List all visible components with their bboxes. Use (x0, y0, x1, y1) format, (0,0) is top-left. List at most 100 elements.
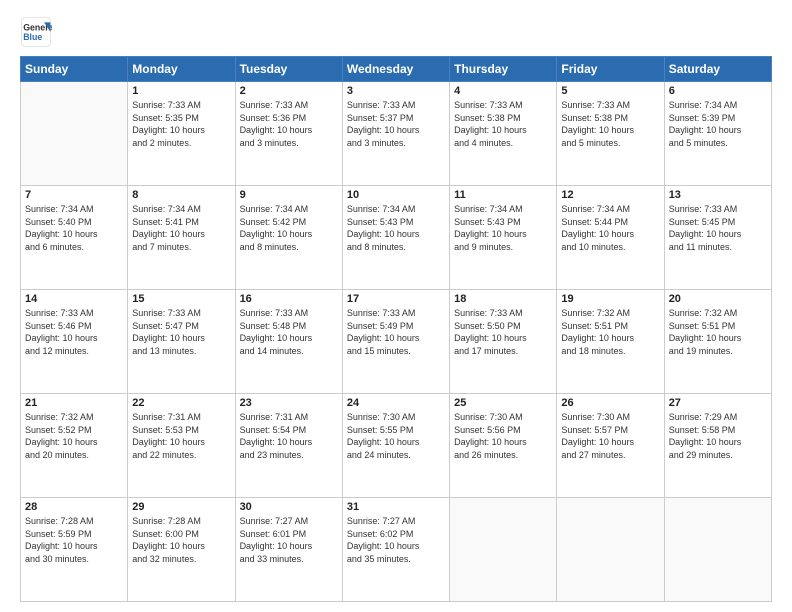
calendar-cell: 24 Sunrise: 7:30 AM Sunset: 5:55 PM Dayli… (342, 394, 449, 498)
day-number: 16 (240, 293, 338, 305)
day-number: 5 (561, 85, 659, 97)
day-info: Sunrise: 7:32 AM Sunset: 5:51 PM Dayligh… (561, 307, 659, 357)
day-info: Sunrise: 7:33 AM Sunset: 5:47 PM Dayligh… (132, 307, 230, 357)
header: General Blue (20, 16, 772, 48)
day-number: 15 (132, 293, 230, 305)
day-info: Sunrise: 7:31 AM Sunset: 5:53 PM Dayligh… (132, 411, 230, 461)
day-number: 21 (25, 397, 123, 409)
calendar-cell: 3 Sunrise: 7:33 AM Sunset: 5:37 PM Daylig… (342, 82, 449, 186)
calendar-cell: 18 Sunrise: 7:33 AM Sunset: 5:50 PM Dayli… (450, 290, 557, 394)
calendar-cell: 16 Sunrise: 7:33 AM Sunset: 5:48 PM Dayli… (235, 290, 342, 394)
calendar-cell: 2 Sunrise: 7:33 AM Sunset: 5:36 PM Daylig… (235, 82, 342, 186)
day-number: 10 (347, 189, 445, 201)
calendar-header-row: SundayMondayTuesdayWednesdayThursdayFrid… (21, 57, 772, 82)
calendar-cell: 17 Sunrise: 7:33 AM Sunset: 5:49 PM Dayli… (342, 290, 449, 394)
day-info: Sunrise: 7:28 AM Sunset: 6:00 PM Dayligh… (132, 515, 230, 565)
calendar-cell (21, 82, 128, 186)
calendar-cell: 25 Sunrise: 7:30 AM Sunset: 5:56 PM Dayli… (450, 394, 557, 498)
page: General Blue SundayMondayTuesdayWednesda… (0, 0, 792, 612)
calendar-cell (557, 498, 664, 602)
day-number: 14 (25, 293, 123, 305)
day-info: Sunrise: 7:33 AM Sunset: 5:49 PM Dayligh… (347, 307, 445, 357)
day-number: 22 (132, 397, 230, 409)
day-info: Sunrise: 7:32 AM Sunset: 5:51 PM Dayligh… (669, 307, 767, 357)
day-info: Sunrise: 7:33 AM Sunset: 5:37 PM Dayligh… (347, 99, 445, 149)
day-info: Sunrise: 7:30 AM Sunset: 5:55 PM Dayligh… (347, 411, 445, 461)
day-number: 24 (347, 397, 445, 409)
day-info: Sunrise: 7:28 AM Sunset: 5:59 PM Dayligh… (25, 515, 123, 565)
calendar-cell: 8 Sunrise: 7:34 AM Sunset: 5:41 PM Daylig… (128, 186, 235, 290)
calendar-cell: 27 Sunrise: 7:29 AM Sunset: 5:58 PM Dayli… (664, 394, 771, 498)
svg-text:Blue: Blue (23, 32, 42, 42)
day-info: Sunrise: 7:34 AM Sunset: 5:39 PM Dayligh… (669, 99, 767, 149)
day-info: Sunrise: 7:29 AM Sunset: 5:58 PM Dayligh… (669, 411, 767, 461)
calendar-cell: 19Sunrise: 7:32 AM Sunset: 5:51 PM Dayli… (557, 290, 664, 394)
calendar-cell: 14 Sunrise: 7:33 AM Sunset: 5:46 PM Dayli… (21, 290, 128, 394)
calendar-body: 1 Sunrise: 7:33 AM Sunset: 5:35 PM Daylig… (21, 82, 772, 602)
day-info: Sunrise: 7:34 AM Sunset: 5:43 PM Dayligh… (454, 203, 552, 253)
day-info: Sunrise: 7:33 AM Sunset: 5:36 PM Dayligh… (240, 99, 338, 149)
day-number: 20 (669, 293, 767, 305)
calendar-cell: 13 Sunrise: 7:33 AM Sunset: 5:45 PM Dayli… (664, 186, 771, 290)
day-number: 1 (132, 85, 230, 97)
calendar-cell: 22 Sunrise: 7:31 AM Sunset: 5:53 PM Dayli… (128, 394, 235, 498)
header-cell-thursday: Thursday (450, 57, 557, 82)
day-number: 12 (561, 189, 659, 201)
calendar-table: SundayMondayTuesdayWednesdayThursdayFrid… (20, 56, 772, 602)
day-info: Sunrise: 7:33 AM Sunset: 5:50 PM Dayligh… (454, 307, 552, 357)
calendar-cell: 1 Sunrise: 7:33 AM Sunset: 5:35 PM Daylig… (128, 82, 235, 186)
day-info: Sunrise: 7:33 AM Sunset: 5:38 PM Dayligh… (454, 99, 552, 149)
calendar-cell: 7Sunrise: 7:34 AM Sunset: 5:40 PM Daylig… (21, 186, 128, 290)
day-number: 3 (347, 85, 445, 97)
day-number: 30 (240, 501, 338, 513)
day-info: Sunrise: 7:30 AM Sunset: 5:56 PM Dayligh… (454, 411, 552, 461)
week-row-2: 7Sunrise: 7:34 AM Sunset: 5:40 PM Daylig… (21, 186, 772, 290)
day-number: 25 (454, 397, 552, 409)
calendar-cell: 11 Sunrise: 7:34 AM Sunset: 5:43 PM Dayli… (450, 186, 557, 290)
header-cell-tuesday: Tuesday (235, 57, 342, 82)
day-number: 26 (561, 397, 659, 409)
week-row-3: 14 Sunrise: 7:33 AM Sunset: 5:46 PM Dayli… (21, 290, 772, 394)
calendar-cell: 15 Sunrise: 7:33 AM Sunset: 5:47 PM Dayli… (128, 290, 235, 394)
calendar-cell: 21 Sunrise: 7:32 AM Sunset: 5:52 PM Dayli… (21, 394, 128, 498)
calendar-cell: 6Sunrise: 7:34 AM Sunset: 5:39 PM Daylig… (664, 82, 771, 186)
calendar-cell: 29 Sunrise: 7:28 AM Sunset: 6:00 PM Dayli… (128, 498, 235, 602)
day-info: Sunrise: 7:33 AM Sunset: 5:48 PM Dayligh… (240, 307, 338, 357)
calendar-cell: 31 Sunrise: 7:27 AM Sunset: 6:02 PM Dayli… (342, 498, 449, 602)
logo: General Blue (20, 16, 52, 48)
header-cell-saturday: Saturday (664, 57, 771, 82)
day-info: Sunrise: 7:27 AM Sunset: 6:01 PM Dayligh… (240, 515, 338, 565)
day-info: Sunrise: 7:33 AM Sunset: 5:46 PM Dayligh… (25, 307, 123, 357)
day-info: Sunrise: 7:34 AM Sunset: 5:41 PM Dayligh… (132, 203, 230, 253)
day-number: 2 (240, 85, 338, 97)
day-number: 27 (669, 397, 767, 409)
week-row-1: 1 Sunrise: 7:33 AM Sunset: 5:35 PM Daylig… (21, 82, 772, 186)
calendar-cell (664, 498, 771, 602)
day-info: Sunrise: 7:33 AM Sunset: 5:45 PM Dayligh… (669, 203, 767, 253)
calendar-cell: 26 Sunrise: 7:30 AM Sunset: 5:57 PM Dayli… (557, 394, 664, 498)
day-number: 17 (347, 293, 445, 305)
header-cell-wednesday: Wednesday (342, 57, 449, 82)
day-number: 8 (132, 189, 230, 201)
day-info: Sunrise: 7:27 AM Sunset: 6:02 PM Dayligh… (347, 515, 445, 565)
day-info: Sunrise: 7:33 AM Sunset: 5:38 PM Dayligh… (561, 99, 659, 149)
day-info: Sunrise: 7:30 AM Sunset: 5:57 PM Dayligh… (561, 411, 659, 461)
calendar-cell: 28 Sunrise: 7:28 AM Sunset: 5:59 PM Dayli… (21, 498, 128, 602)
day-info: Sunrise: 7:34 AM Sunset: 5:42 PM Dayligh… (240, 203, 338, 253)
day-number: 11 (454, 189, 552, 201)
day-info: Sunrise: 7:33 AM Sunset: 5:35 PM Dayligh… (132, 99, 230, 149)
calendar-cell: 5 Sunrise: 7:33 AM Sunset: 5:38 PM Daylig… (557, 82, 664, 186)
header-cell-monday: Monday (128, 57, 235, 82)
header-cell-sunday: Sunday (21, 57, 128, 82)
day-number: 28 (25, 501, 123, 513)
week-row-5: 28 Sunrise: 7:28 AM Sunset: 5:59 PM Dayli… (21, 498, 772, 602)
calendar-cell: 12Sunrise: 7:34 AM Sunset: 5:44 PM Dayli… (557, 186, 664, 290)
day-number: 13 (669, 189, 767, 201)
calendar-cell: 4Sunrise: 7:33 AM Sunset: 5:38 PM Daylig… (450, 82, 557, 186)
day-number: 9 (240, 189, 338, 201)
day-number: 29 (132, 501, 230, 513)
day-number: 18 (454, 293, 552, 305)
day-info: Sunrise: 7:32 AM Sunset: 5:52 PM Dayligh… (25, 411, 123, 461)
header-cell-friday: Friday (557, 57, 664, 82)
day-number: 31 (347, 501, 445, 513)
